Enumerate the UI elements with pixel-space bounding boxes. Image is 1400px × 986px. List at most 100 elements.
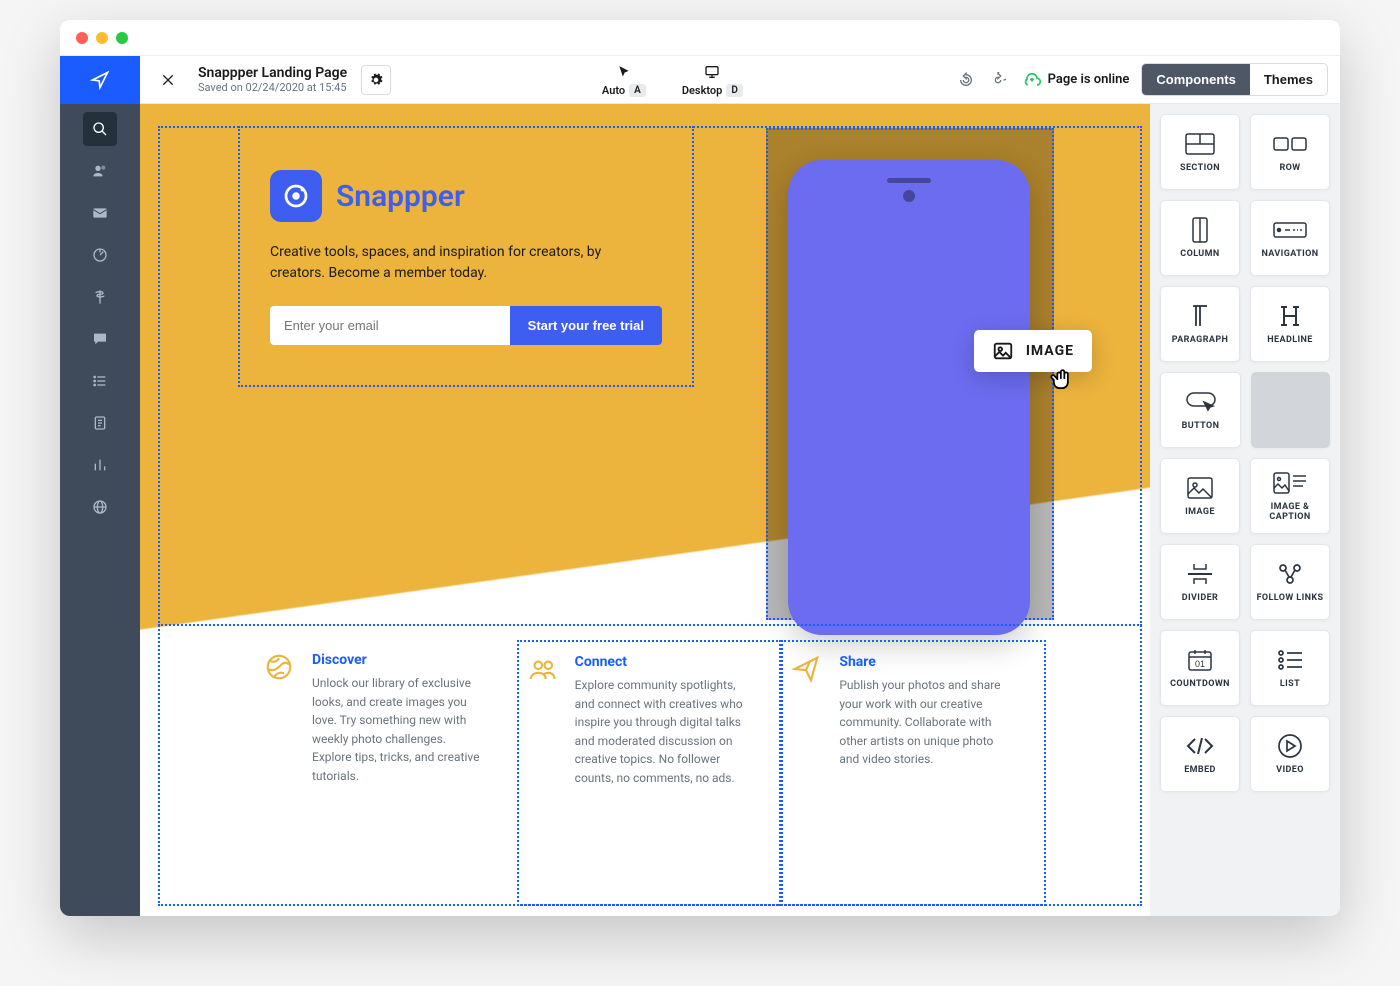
component-label: LIST [1280, 679, 1300, 689]
editor-canvas[interactable]: Snappper Creative tools, spaces, and ins… [140, 104, 1150, 916]
feature-share[interactable]: SharePublish your photos and share your … [781, 640, 1046, 906]
sidebar-item-target[interactable] [83, 238, 117, 272]
settings-button[interactable] [361, 65, 391, 95]
page-status: Page is online [1022, 70, 1130, 90]
paragraph-icon [1189, 303, 1211, 329]
list-icon [1277, 647, 1303, 673]
hero-section[interactable]: Snappper Creative tools, spaces, and ins… [238, 126, 694, 387]
globe-icon [264, 652, 296, 684]
image-icon [992, 340, 1014, 362]
grab-cursor-icon [1048, 366, 1076, 398]
sidebar-item-mail[interactable] [83, 196, 117, 230]
sidebar-item-deals[interactable] [83, 280, 117, 314]
image-icon [1187, 475, 1213, 501]
window-maximize-dot[interactable] [116, 32, 128, 44]
app-sidebar [60, 56, 140, 916]
component-label: COUNTDOWN [1170, 679, 1230, 689]
image-block-selected[interactable]: IMAGE [766, 128, 1054, 620]
column-icon [1192, 217, 1208, 243]
brand-logo [270, 170, 322, 222]
window-minimize-dot[interactable] [96, 32, 108, 44]
imagecap-icon [1273, 470, 1307, 496]
component-label: VIDEO [1276, 765, 1304, 775]
tab-themes[interactable]: Themes [1250, 64, 1327, 95]
mode-auto[interactable]: AutoA [602, 63, 646, 97]
component-imagecap[interactable]: IMAGE & CAPTION [1250, 458, 1330, 534]
component-paragraph[interactable]: PARAGRAPH [1160, 286, 1240, 362]
countdown-icon: 01 [1187, 647, 1213, 673]
close-button[interactable] [152, 64, 184, 96]
redo-button[interactable] [986, 68, 1010, 92]
video-icon [1277, 733, 1303, 759]
sidebar-item-page[interactable] [83, 406, 117, 440]
component-label: SECTION [1180, 163, 1220, 173]
feature-discover[interactable]: DiscoverUnlock our library of exclusive … [256, 640, 517, 906]
sidebar-item-search[interactable] [83, 112, 117, 146]
tab-components[interactable]: Components [1142, 64, 1249, 95]
sidebar-item-reports[interactable] [83, 448, 117, 482]
window-close-dot[interactable] [76, 32, 88, 44]
headline-icon [1279, 303, 1301, 329]
feature-connect[interactable]: ConnectExplore community spotlights, and… [517, 640, 782, 906]
divider-icon [1186, 561, 1214, 587]
desktop-icon [704, 63, 720, 81]
component-section[interactable]: SECTION [1160, 114, 1240, 190]
component-headline[interactable]: HEADLINE [1250, 286, 1330, 362]
component-label: HEADLINE [1267, 335, 1312, 345]
component-label: NAVIGATION [1261, 249, 1318, 259]
button-icon [1186, 389, 1216, 415]
component-label: COLUMN [1180, 249, 1219, 259]
undo-button[interactable] [954, 68, 978, 92]
component-list[interactable]: LIST [1250, 630, 1330, 706]
component-button[interactable]: BUTTON [1160, 372, 1241, 448]
mode-desktop[interactable]: DesktopD [682, 63, 743, 97]
component-row[interactable]: ROW [1250, 114, 1330, 190]
follow-icon [1277, 561, 1303, 587]
components-panel: SECTION ROW COLUMN NAVIGATION PARAGRAPH HEADL… [1150, 104, 1340, 916]
component-label: ROW [1279, 163, 1300, 173]
sidebar-item-contacts[interactable] [83, 154, 117, 188]
component-divider[interactable]: DIVIDER [1160, 544, 1240, 620]
app-logo[interactable] [60, 56, 140, 104]
component-countdown[interactable]: 01 COUNTDOWN [1160, 630, 1240, 706]
component-label: IMAGE & CAPTION [1251, 502, 1329, 523]
cta-button[interactable]: Start your free trial [510, 306, 662, 345]
sidebar-item-list[interactable] [83, 364, 117, 398]
component-label: FOLLOW LINKS [1257, 593, 1324, 603]
editor-toolbar: Snappper Landing Page Saved on 02/24/202… [140, 56, 1340, 104]
component-navigation[interactable]: NAVIGATION [1250, 200, 1330, 276]
row-icon [1273, 131, 1307, 157]
gear-icon [369, 73, 383, 87]
component-image[interactable]: IMAGE [1160, 458, 1240, 534]
send-icon [791, 654, 823, 686]
component-placeholder [1251, 372, 1330, 448]
component-label: IMAGE [1185, 507, 1215, 517]
component-label: EMBED [1184, 765, 1216, 775]
phone-mockup [788, 160, 1030, 635]
features-row: DiscoverUnlock our library of exclusive … [256, 626, 1046, 906]
hero-subtitle: Creative tools, spaces, and inspiration … [270, 242, 630, 284]
component-label: PARAGRAPH [1172, 335, 1229, 345]
sidebar-item-site[interactable] [83, 490, 117, 524]
email-input[interactable] [270, 306, 510, 345]
people-icon [527, 654, 559, 686]
window-titlebar [60, 20, 1340, 56]
component-embed[interactable]: EMBED [1160, 716, 1240, 792]
component-follow[interactable]: FOLLOW LINKS [1250, 544, 1330, 620]
component-video[interactable]: VIDEO [1250, 716, 1330, 792]
svg-text:01: 01 [1195, 659, 1205, 669]
cloud-check-icon [1022, 70, 1042, 90]
component-label: BUTTON [1182, 421, 1220, 431]
page-saved: Saved on 02/24/2020 at 15:45 [198, 81, 347, 94]
sidebar-item-chat[interactable] [83, 322, 117, 356]
component-column[interactable]: COLUMN [1160, 200, 1240, 276]
embed-icon [1185, 733, 1215, 759]
navigation-icon [1273, 217, 1307, 243]
page-title: Snappper Landing Page [198, 65, 347, 81]
section-icon [1185, 131, 1215, 157]
cursor-icon [617, 63, 631, 81]
drag-preview-tooltip: IMAGE [974, 330, 1092, 372]
panel-tabs: Components Themes [1141, 63, 1328, 96]
component-label: DIVIDER [1182, 593, 1218, 603]
brand-name: Snappper [336, 179, 465, 214]
